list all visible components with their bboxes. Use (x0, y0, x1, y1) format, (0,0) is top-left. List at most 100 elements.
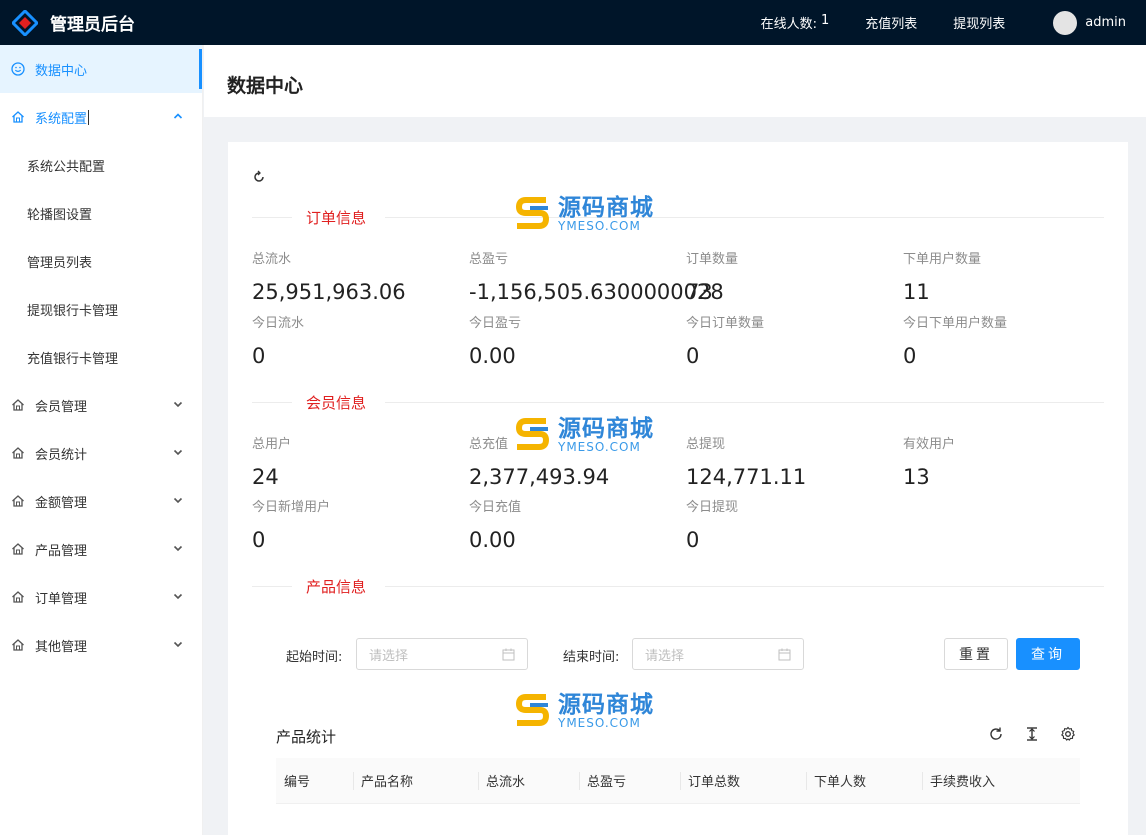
watermark-text-cn: 源码商城 (558, 416, 654, 442)
chevron-down-icon (173, 593, 183, 600)
logo[interactable]: 管理员后台 (0, 0, 135, 45)
refresh-icon[interactable] (252, 170, 266, 184)
sidebar-item-order-management[interactable]: 订单管理 (0, 573, 202, 621)
reload-icon[interactable] (988, 726, 1004, 742)
stat-order-count: 订单数量 73 (686, 252, 739, 304)
online-users: 在线人数: 1 (761, 13, 830, 32)
query-button[interactable]: 查询 (1016, 638, 1080, 670)
sidebar-item-label: 订单管理 (35, 591, 88, 607)
stat-today-profit-loss: 今日盈亏 0.00 (469, 316, 522, 368)
column-header-order-total[interactable]: 订单总数 (680, 758, 806, 804)
user-name[interactable]: admin (1085, 15, 1126, 30)
stat-today-order-count: 今日订单数量 0 (686, 316, 765, 368)
sidebar-item-label: 数据中心 (35, 63, 88, 79)
home-icon (11, 494, 25, 508)
end-time-label: 结束时间: (563, 650, 620, 665)
smile-icon (11, 62, 25, 76)
stat-valid-users: 有效用户 13 (903, 437, 956, 489)
stat-today-turnover: 今日流水 0 (252, 316, 305, 368)
sidebar-item-label: 产品管理 (35, 543, 88, 559)
sidebar-item-other-management[interactable]: 其他管理 (0, 621, 202, 669)
stat-total-profit-loss: 总盈亏 -1,156,505.6300000028 (469, 252, 724, 304)
page-title: 数据中心 (227, 75, 304, 97)
chevron-down-icon (173, 497, 183, 504)
sidebar-subitem-public-config[interactable]: 系统公共配置 (0, 141, 202, 189)
sidebar-subitem-admin-list[interactable]: 管理员列表 (0, 237, 202, 285)
reset-button[interactable]: 重置 (944, 638, 1008, 670)
withdraw-list-link[interactable]: 提现列表 (953, 13, 1005, 32)
sidebar-subitem-banner-settings[interactable]: 轮播图设置 (0, 189, 202, 237)
sidebar-item-member-stats[interactable]: 会员统计 (0, 429, 202, 477)
recharge-list-link[interactable]: 充值列表 (865, 13, 917, 32)
end-time-input[interactable]: 请选择 (632, 638, 804, 670)
chevron-down-icon (173, 545, 183, 552)
sidebar-item-label: 其他管理 (35, 639, 88, 655)
section-title: 产品信息 (306, 578, 367, 596)
watermark-logo-icon (515, 197, 550, 229)
online-count: 1 (820, 13, 830, 28)
watermark: 源码商城 YMESO.COM (514, 417, 654, 453)
column-header-id[interactable]: 编号 (276, 758, 353, 804)
avatar[interactable] (1053, 10, 1078, 35)
watermark-text-cn: 源码商城 (558, 195, 654, 221)
column-header-product-name[interactable]: 产品名称 (353, 758, 478, 804)
column-header-fee-income[interactable]: 手续费收入 (922, 758, 1080, 804)
sidebar-item-system-config[interactable]: 系统配置 (0, 93, 202, 141)
chevron-up-icon (173, 113, 183, 119)
sidebar-subitem-withdraw-cards[interactable]: 提现银行卡管理 (0, 285, 202, 333)
section-title: 会员信息 (306, 394, 367, 412)
start-time-placeholder: 请选择 (369, 648, 409, 664)
watermark-text-cn: 源码商城 (558, 692, 654, 718)
text-cursor (88, 109, 90, 125)
sidebar-item-data-center[interactable]: 数据中心 (0, 45, 202, 93)
stat-today-new-users: 今日新增用户 0 (252, 500, 331, 552)
home-icon (11, 638, 25, 652)
online-label: 在线人数: (760, 17, 817, 32)
section-divider-orders: 订单信息 (252, 207, 1104, 227)
watermark: 源码商城 YMESO.COM (514, 693, 654, 729)
sidebar-item-product-management[interactable]: 产品管理 (0, 525, 202, 573)
watermark-text-en: YMESO.COM (558, 219, 641, 233)
section-divider-products: 产品信息 (252, 576, 1104, 596)
column-height-icon[interactable] (1024, 726, 1040, 742)
sidebar: 数据中心 系统配置 系统公共配置 轮播图设置 管理员列表 提现银行卡管理 充值银… (0, 45, 203, 835)
calendar-icon (502, 648, 515, 661)
column-header-total-profit-loss[interactable]: 总盈亏 (579, 758, 680, 804)
stat-today-ordering-users: 今日下单用户数量 0 (903, 316, 1008, 368)
home-icon (11, 110, 25, 124)
settings-icon[interactable] (1060, 726, 1076, 742)
home-icon (11, 398, 25, 412)
watermark-logo-icon (515, 694, 550, 726)
table-title: 产品统计 (276, 728, 337, 746)
sidebar-item-amount-management[interactable]: 金额管理 (0, 477, 202, 525)
dashboard-card: 订单信息 总流水 25,951,963.06 总盈亏 -1,156,505.63… (228, 142, 1128, 835)
chevron-down-icon (173, 641, 183, 648)
home-icon (11, 590, 25, 604)
column-header-ordering-users[interactable]: 下单人数 (806, 758, 922, 804)
sidebar-item-member-management[interactable]: 会员管理 (0, 381, 202, 429)
top-bar: 管理员后台 在线人数: 1 充值列表 提现列表 admin (0, 0, 1146, 45)
start-time-label: 起始时间: (286, 650, 343, 665)
section-divider-members: 会员信息 (252, 392, 1104, 412)
watermark-text-en: YMESO.COM (558, 716, 641, 730)
watermark-text-en: YMESO.COM (558, 440, 641, 454)
stat-today-recharge: 今日充值 0.00 (469, 500, 522, 552)
column-header-total-turnover[interactable]: 总流水 (478, 758, 579, 804)
home-icon (11, 446, 25, 460)
watermark-logo-icon (515, 418, 550, 450)
start-time-input[interactable]: 请选择 (356, 638, 528, 670)
app-logo-icon (12, 9, 38, 36)
app-title: 管理员后台 (50, 15, 135, 35)
stat-total-withdraw: 总提现 124,771.11 (686, 437, 807, 489)
chevron-down-icon (173, 449, 183, 456)
stat-total-users: 总用户 24 (252, 437, 292, 489)
sidebar-subitem-recharge-cards[interactable]: 充值银行卡管理 (0, 333, 202, 381)
chevron-down-icon (173, 401, 183, 408)
stat-total-turnover: 总流水 25,951,963.06 (252, 252, 406, 304)
calendar-icon (778, 648, 791, 661)
sidebar-item-label: 金额管理 (35, 495, 88, 511)
home-icon (11, 542, 25, 556)
sidebar-item-label: 会员统计 (35, 447, 88, 463)
end-time-placeholder: 请选择 (645, 648, 685, 664)
sidebar-item-label: 会员管理 (35, 399, 88, 415)
